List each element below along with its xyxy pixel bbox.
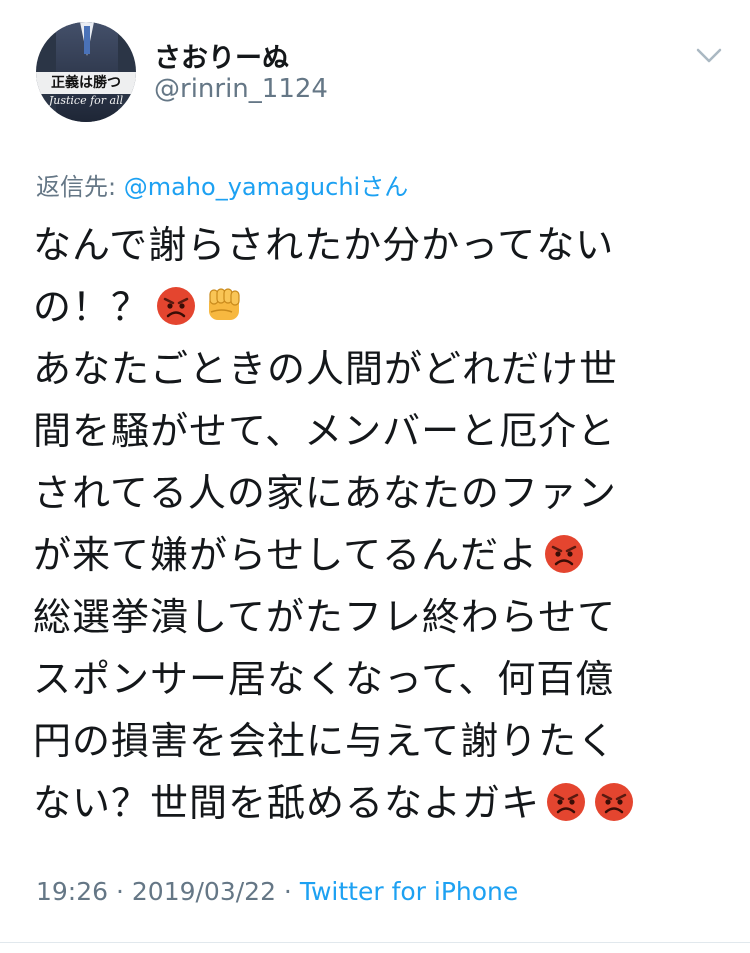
reply-mention-suffix[interactable]: さん <box>360 173 408 201</box>
tweet-line: されてる人の家にあなたのファン <box>33 462 723 524</box>
chevron-down-icon[interactable] <box>694 44 724 68</box>
tweet-line-text: なんで謝らされたか分かってない <box>33 223 615 267</box>
tweet-line: が来て嫌がらせしてるんだよ <box>33 524 723 586</box>
tweet-line-text: ない？世間を舐めるなよガキ <box>33 781 541 825</box>
user-handle[interactable]: @rinrin_1124 <box>154 74 328 104</box>
oncoming-fist-icon <box>209 287 240 320</box>
avatar[interactable]: 正義は勝つ Justice for all <box>36 22 136 122</box>
tweet-date[interactable]: 2019/03/22 <box>132 877 276 906</box>
tweet-line: あなたごときの人間がどれだけ世 <box>33 338 723 400</box>
tweet-line: スポンサー居なくなって、何百億 <box>33 648 723 710</box>
avatar-tie <box>84 26 90 54</box>
tweet-line-text: されてる人の家にあなたのファン <box>33 471 617 515</box>
tweet-line: なんで謝らされたか分かってない <box>33 214 723 276</box>
meta-separator: · <box>275 877 300 906</box>
avatar-banner-text: 正義は勝つ <box>36 72 136 94</box>
tweet-line: の！？ <box>33 276 723 338</box>
tweet-line: 総選挙潰してがたフレ終わらせて <box>33 586 723 648</box>
avatar-subtitle-text: Justice for all <box>48 94 124 107</box>
angry-face-icon <box>547 782 586 821</box>
angry-face-icon <box>157 286 196 325</box>
tweet-time[interactable]: 19:26 <box>36 877 108 906</box>
display-name[interactable]: さおりーぬ <box>154 36 289 75</box>
tweet-line-text: あなたごときの人間がどれだけ世 <box>33 347 619 391</box>
tweet-line: ない？世間を舐めるなよガキ <box>33 772 723 834</box>
tweet-meta: 19:26 · 2019/03/22 · Twitter for iPhone <box>36 877 518 906</box>
tweet-line-text: 間を騒がせて、メンバーと厄介と <box>33 409 617 453</box>
tweet-line-text: が来て嫌がらせしてるんだよ <box>33 533 539 577</box>
reply-to: 返信先: @maho_yamaguchiさん <box>36 167 408 202</box>
tweet-text: なんで謝らされたか分かってない の！？ あなたごときの人間がどれだけ世 間を騒が… <box>33 214 723 834</box>
tweet-source-link[interactable]: Twitter for iPhone <box>300 877 518 906</box>
angry-face-icon <box>595 782 634 821</box>
tweet-line-text: スポンサー居なくなって、何百億 <box>33 657 615 701</box>
tweet-line-text: 円の損害を会社に与えて謝りたく <box>33 719 617 763</box>
tweet-line: 間を騒がせて、メンバーと厄介と <box>33 400 723 462</box>
tweet-line-text: 総選挙潰してがたフレ終わらせて <box>33 595 617 639</box>
tweet-line: 円の損害を会社に与えて謝りたく <box>33 710 723 772</box>
tweet-line-text: の！？ <box>33 285 151 329</box>
reply-to-label: 返信先: <box>36 173 124 201</box>
reply-mention-link[interactable]: @maho_yamaguchi <box>124 173 361 201</box>
divider <box>0 942 750 943</box>
meta-separator: · <box>108 877 132 906</box>
angry-face-icon <box>545 534 584 573</box>
